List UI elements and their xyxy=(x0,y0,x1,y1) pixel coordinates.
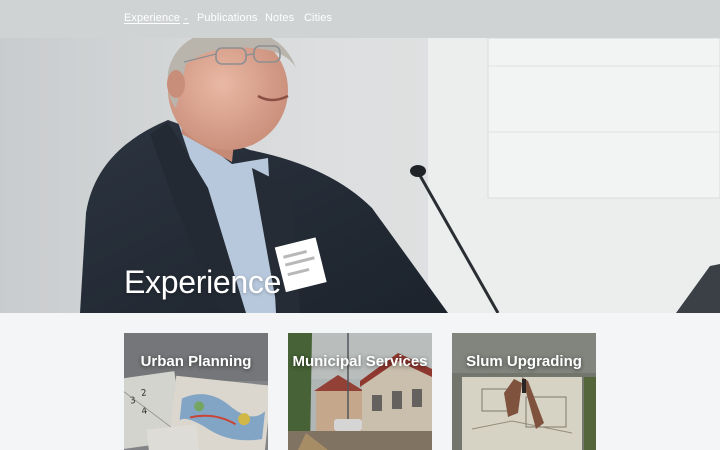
card-urban-planning[interactable]: 3 2 4 Urban Planning xyxy=(124,333,268,450)
nav-item-label: Experience xyxy=(124,12,181,24)
nav-item-publications[interactable]: Publications xyxy=(197,12,258,24)
slum-upgrading-image xyxy=(452,333,596,450)
top-navigation: Experience ⌄ Publications Notes Cities xyxy=(0,0,720,38)
nav-item-notes[interactable]: Notes xyxy=(265,12,294,24)
card-municipal-services[interactable]: Municipal Services xyxy=(288,333,432,450)
chevron-down-icon[interactable]: ⌄ xyxy=(183,15,189,22)
category-cards: 3 2 4 Urban Planning Municipal Services … xyxy=(0,313,720,450)
card-title: Municipal Services xyxy=(292,353,428,370)
urban-planning-image: 3 2 4 xyxy=(124,333,268,450)
card-slum-upgrading[interactable]: Slum Upgrading xyxy=(452,333,596,450)
municipal-services-image xyxy=(288,333,432,450)
hero-photo xyxy=(0,38,720,313)
nav-item-experience[interactable]: Experience ⌄ xyxy=(124,12,189,24)
nav-item-cities[interactable]: Cities xyxy=(304,12,332,24)
card-title: Slum Upgrading xyxy=(466,353,582,370)
page-title: Experience xyxy=(124,264,282,300)
card-title: Urban Planning xyxy=(140,353,252,370)
hero-banner: Experience xyxy=(0,38,720,313)
